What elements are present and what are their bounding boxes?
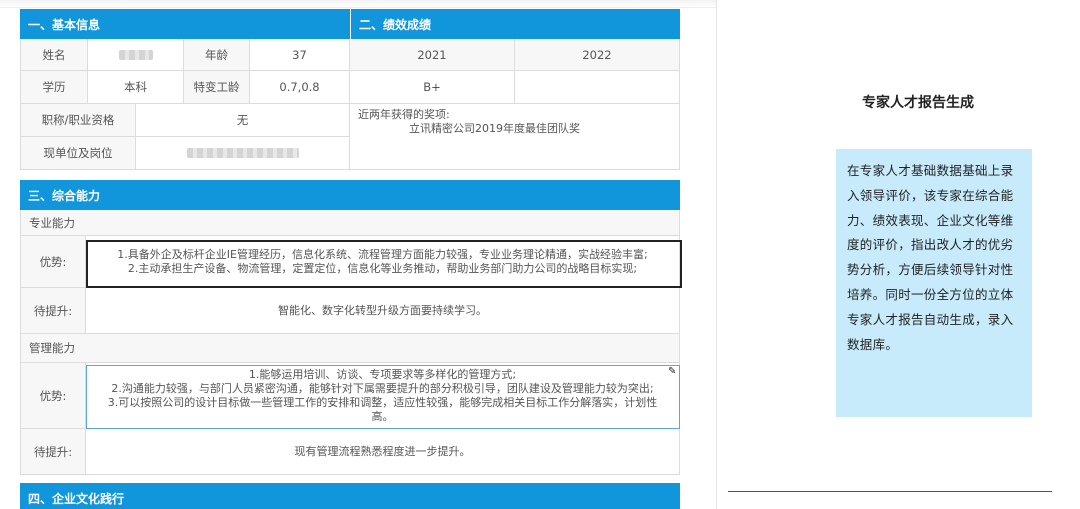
- professional-ability-subheader: 专业能力: [20, 210, 680, 236]
- age-label: 年龄: [184, 39, 250, 71]
- section-basic-info-title: 一、基本信息: [28, 17, 101, 32]
- professional-title-value[interactable]: 无: [136, 104, 350, 137]
- evaluation-form-pane: 一、基本信息 二、绩效成绩 姓名 年龄 37 2021 2022 学历 本科 特…: [0, 0, 716, 509]
- redacted-name: [118, 49, 153, 60]
- name-value[interactable]: [88, 39, 184, 71]
- mgmt-advantage-focus-outline: [86, 365, 680, 429]
- tech-age-value[interactable]: 0.7,0.8: [250, 71, 350, 104]
- prof-improve-label: 待提升:: [20, 288, 86, 334]
- mgmt-advantage-label: 优势:: [20, 363, 86, 429]
- education-value[interactable]: 本科: [88, 71, 184, 104]
- awards-cell[interactable]: 近两年获得的奖项: 立讯精密公司2019年度最佳团队奖: [350, 104, 680, 170]
- prof-advantage-focus-outline: [86, 240, 682, 288]
- management-ability-subheader: 管理能力: [20, 334, 680, 363]
- prof-improve-field[interactable]: 智能化、数字化转型升级方面要持续学习。: [86, 288, 680, 334]
- awards-value: 立讯精密公司2019年度最佳团队奖: [409, 122, 580, 135]
- redacted-unit: [186, 148, 299, 158]
- prof-advantage-label: 优势:: [20, 236, 86, 288]
- tech-age-label: 特变工龄: [184, 71, 250, 104]
- mgmt-improve-label: 待提升:: [20, 429, 86, 475]
- professional-title-label: 职称/职业资格: [20, 104, 136, 137]
- mgmt-improve-text: 现有管理流程熟悉程度进一步提升。: [294, 444, 471, 458]
- section-performance-header: 二、绩效成绩: [350, 9, 680, 39]
- education-label: 学历: [20, 71, 88, 104]
- pane-divider: [716, 0, 717, 509]
- panel-bottom-rule: [728, 491, 1052, 492]
- grade-2021-value[interactable]: B+: [350, 71, 515, 104]
- prof-improve-text: 智能化、数字化转型升级方面要持续学习。: [278, 303, 487, 317]
- age-value[interactable]: 37: [250, 39, 350, 71]
- unit-position-value[interactable]: [136, 137, 350, 170]
- unit-position-label: 现单位及岗位: [20, 137, 136, 170]
- top-bar: [0, 0, 716, 8]
- year-2022-header: 2022: [515, 39, 680, 71]
- panel-description-text: 在专家人才基础数据基础上录入领导评价，该专家在综合能力、绩效表现、企业文化等维度…: [847, 163, 1014, 352]
- section-performance-title: 二、绩效成绩: [359, 17, 432, 32]
- year-2021-header: 2021: [350, 39, 515, 71]
- panel-description-box: 在专家人才基础数据基础上录入领导评价，该专家在综合能力、绩效表现、企业文化等维度…: [836, 149, 1032, 417]
- panel-title: 专家人才报告生成: [862, 95, 974, 111]
- section-competency-header: 三、综合能力: [20, 180, 680, 210]
- grade-2022-value[interactable]: [515, 71, 680, 104]
- section-culture-title: 四、企业文化践行: [28, 491, 125, 506]
- awards-label: 近两年获得的奖项:: [358, 108, 450, 121]
- section-basic-info-header: 一、基本信息: [20, 9, 350, 39]
- section-competency-title: 三、综合能力: [28, 188, 101, 203]
- mgmt-improve-field[interactable]: 现有管理流程熟悉程度进一步提升。: [86, 429, 680, 475]
- section-culture-header: 四、企业文化践行: [20, 483, 680, 509]
- name-label: 姓名: [20, 39, 88, 71]
- edit-pencil-icon[interactable]: ✎: [668, 366, 676, 377]
